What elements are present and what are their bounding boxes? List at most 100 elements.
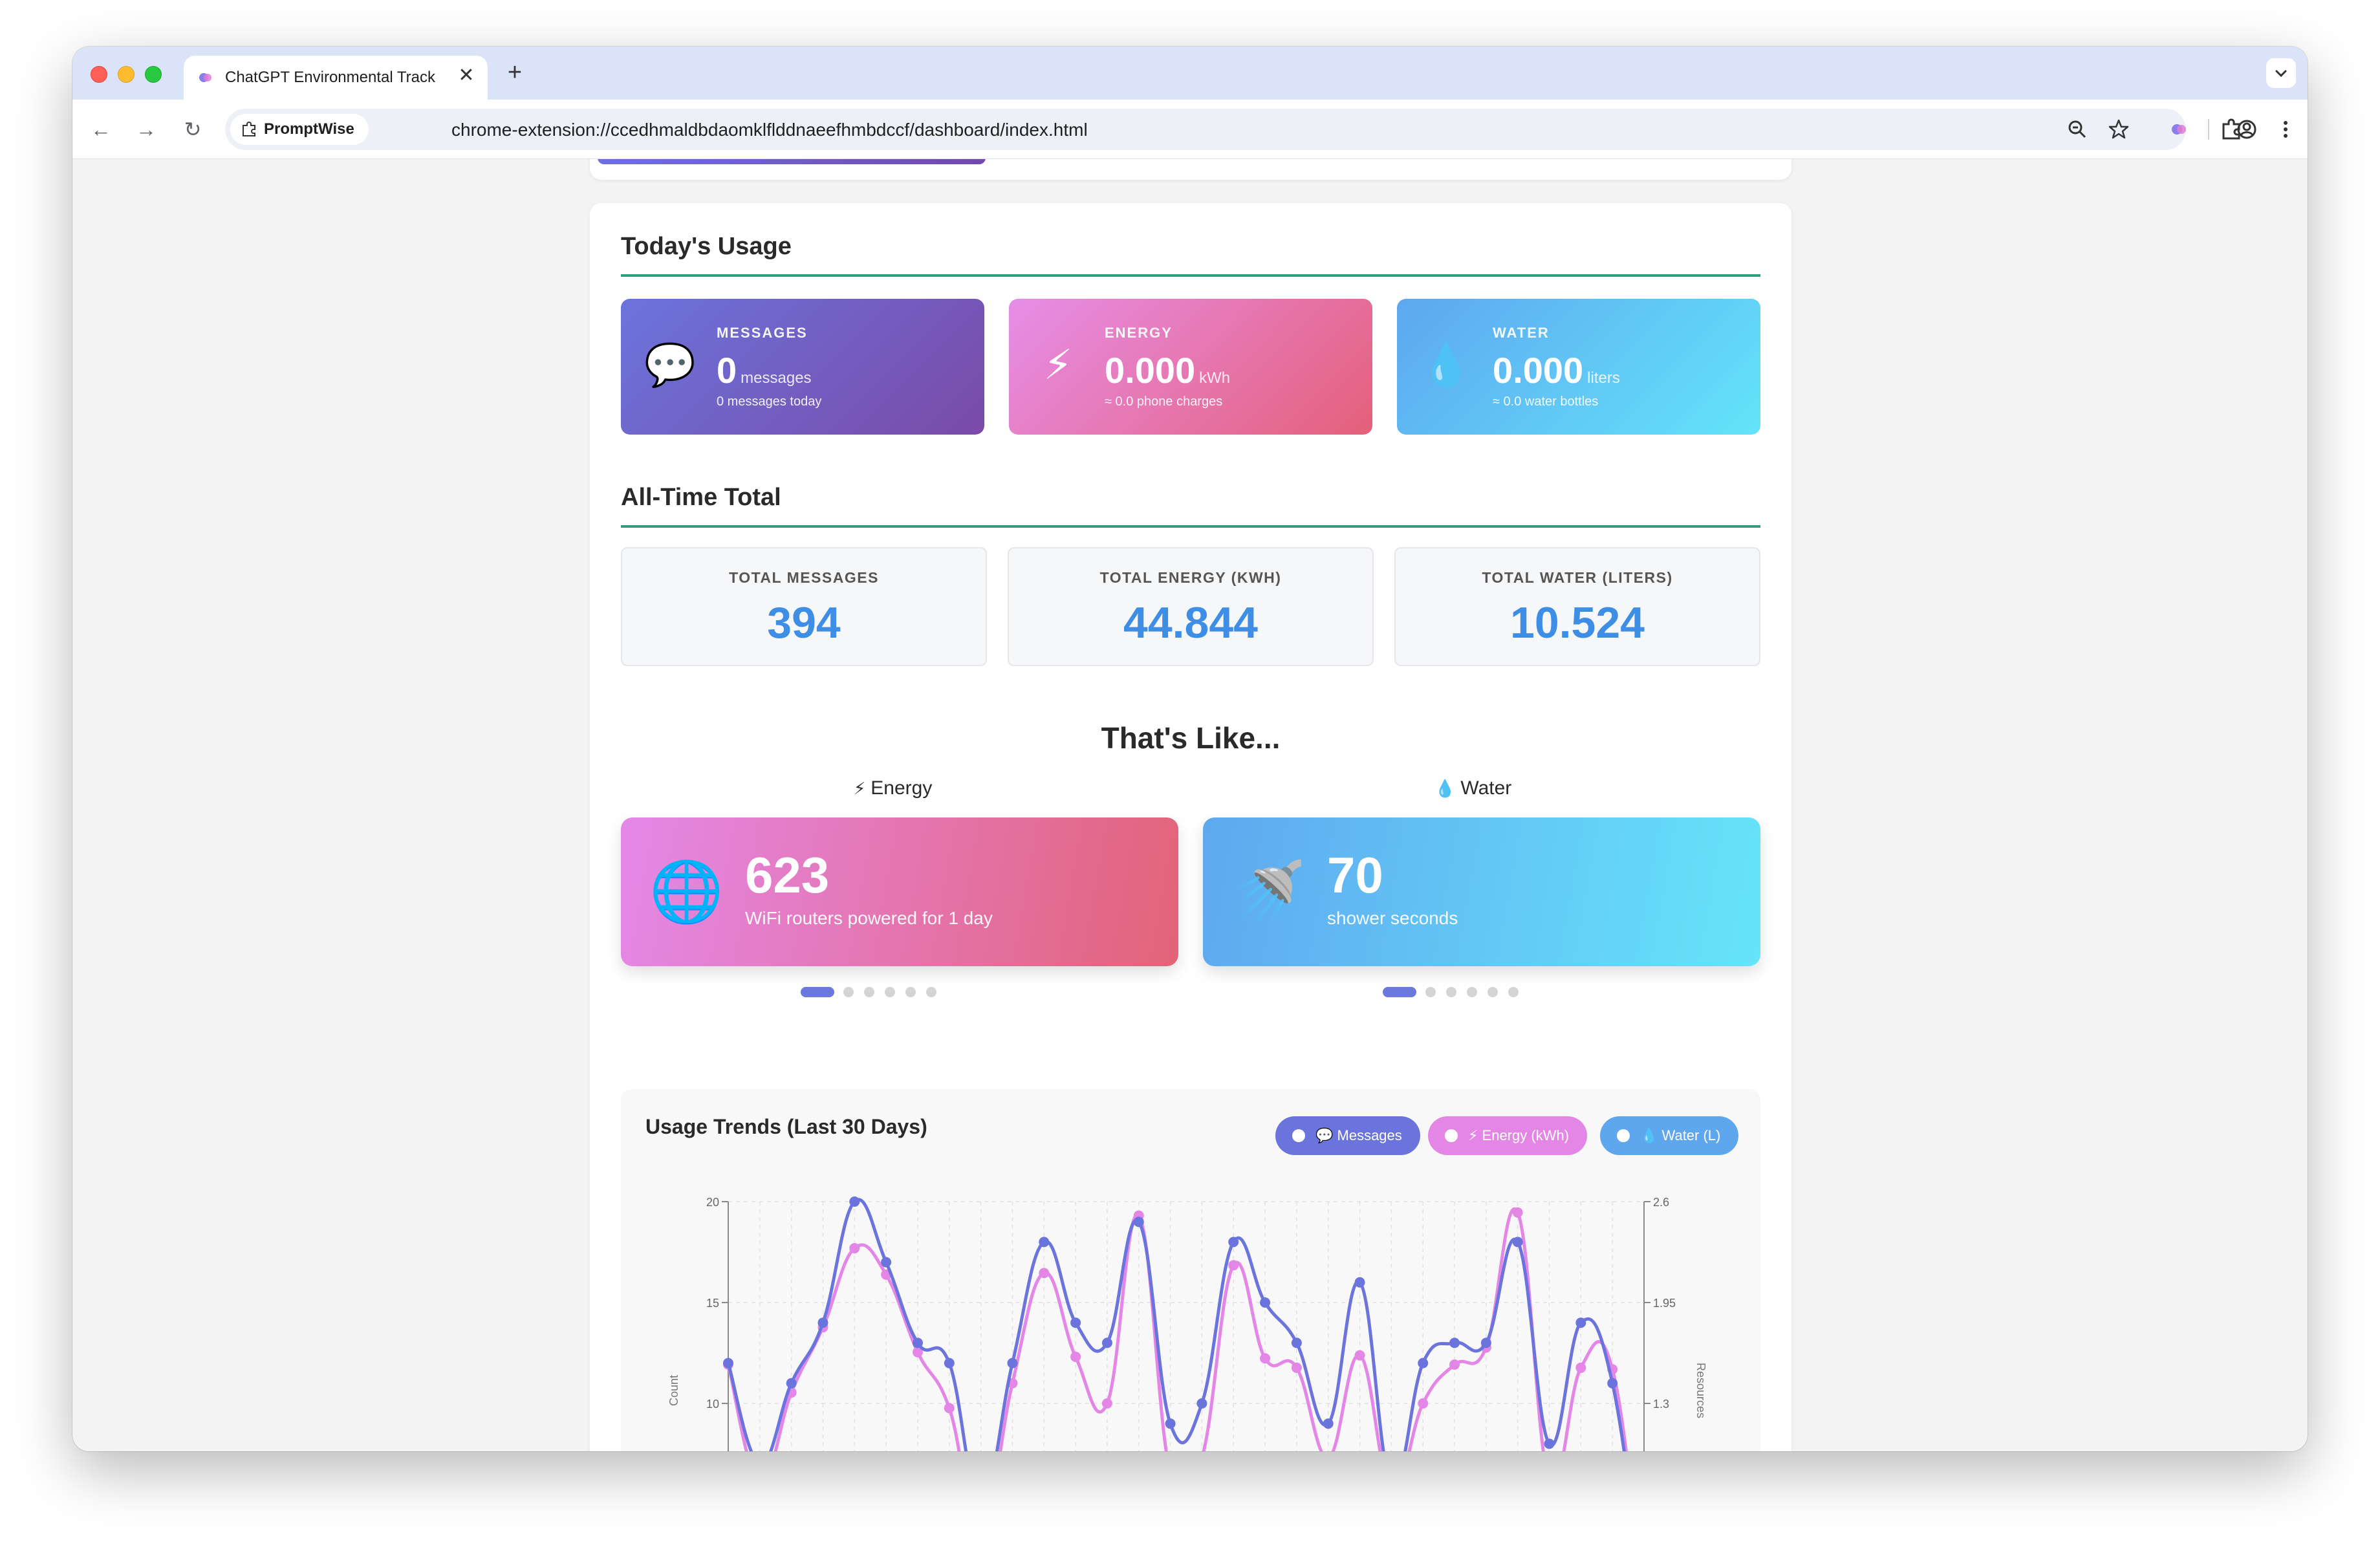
carousel-dot[interactable] (801, 987, 834, 997)
data-point (1039, 1268, 1050, 1279)
previous-section-button[interactable] (598, 159, 986, 164)
new-tab-button[interactable]: + (499, 58, 530, 89)
usage-card-label: MESSAGES (717, 325, 808, 341)
energy-carousel-dots (801, 987, 946, 997)
data-point (1101, 1398, 1112, 1409)
usage-trends-card: Usage Trends (Last 30 Days) 💬 Messages ⚡… (621, 1089, 1760, 1451)
equivalent-description: shower seconds (1327, 908, 1458, 928)
data-point (849, 1196, 860, 1207)
data-point (1449, 1337, 1460, 1348)
tab-close-icon[interactable]: ✕ (455, 65, 477, 87)
data-point (944, 1358, 955, 1368)
browser-window: ChatGPT Environmental Track ✕ + ← → ↻ Pr… (72, 47, 2308, 1451)
close-window-button[interactable] (91, 66, 107, 83)
forward-button[interactable]: → (131, 114, 162, 145)
thats-like-title: That's Like... (1101, 721, 1281, 755)
minimize-window-button[interactable] (118, 66, 135, 83)
profile-avatar-icon[interactable] (2233, 115, 2261, 144)
total-card-value: 10.524 (1510, 598, 1645, 647)
bookmark-star-icon[interactable] (2107, 118, 2130, 141)
usage-card-label: ENERGY (1105, 325, 1173, 341)
equivalent-description: WiFi routers powered for 1 day (745, 908, 993, 928)
data-point (1101, 1337, 1112, 1348)
carousel-dot[interactable] (926, 987, 936, 997)
total-card-label: TOTAL MESSAGES (729, 569, 879, 586)
y-tick-label: 20 (706, 1196, 719, 1209)
y2-tick-label: 1.95 (1653, 1297, 1676, 1310)
usage-card-messages: 💬 MESSAGES 0 messages 0 messages today (621, 299, 984, 435)
site-chip-label: PromptWise (264, 120, 354, 138)
data-point (1512, 1207, 1523, 1218)
tab-active[interactable]: ChatGPT Environmental Track ✕ (184, 56, 488, 100)
total-card-value: 44.844 (1123, 598, 1258, 647)
carousel-dot[interactable] (1383, 987, 1416, 997)
usage-card-label: WATER (1493, 325, 1550, 341)
total-card-value: 394 (767, 598, 841, 647)
energy-equivalent-card[interactable]: 🌐 623 WiFi routers powered for 1 day (621, 817, 1178, 966)
total-card-messages: TOTAL MESSAGES 394 (621, 547, 987, 666)
carousel-dot[interactable] (1446, 987, 1456, 997)
data-point (1449, 1359, 1460, 1370)
y-tick-label: 10 (706, 1398, 719, 1411)
section-divider (621, 274, 1760, 277)
data-point (723, 1358, 733, 1368)
data-point (1354, 1350, 1365, 1361)
toolbar-separator (2208, 119, 2209, 140)
carousel-dot[interactable] (885, 987, 895, 997)
data-point (1039, 1237, 1050, 1248)
total-card-label: TOTAL ENERGY (KWH) (1099, 569, 1282, 586)
section-divider (621, 525, 1760, 528)
data-point (1544, 1438, 1555, 1449)
usage-card-unit: messages (741, 369, 812, 387)
usage-card-value: 0.000 liters (1493, 350, 1620, 391)
data-point (849, 1243, 860, 1253)
carousel-dot[interactable] (1425, 987, 1436, 997)
equivalent-value: 70 (1327, 847, 1383, 903)
tab-search-button[interactable] (2266, 58, 2296, 88)
reload-button[interactable]: ↻ (177, 114, 208, 145)
carousel-dot[interactable] (905, 987, 916, 997)
water-equivalent-card[interactable]: 🚿 70 shower seconds (1203, 817, 1760, 966)
usage-card-subtext: 0 messages today (717, 395, 822, 409)
total-card-energy: TOTAL ENERGY (KWH) 44.844 (1008, 547, 1374, 666)
back-button[interactable]: ← (85, 114, 116, 145)
all-time-title: All-Time Total (621, 484, 781, 511)
data-point (1575, 1362, 1586, 1373)
carousel-dot[interactable] (843, 987, 854, 997)
data-point (881, 1257, 892, 1268)
carousel-dot[interactable] (864, 987, 874, 997)
zoom-icon[interactable] (2066, 118, 2089, 141)
carousel-dot[interactable] (1508, 987, 1519, 997)
usage-card-value: 0.000 kWh (1105, 350, 1231, 391)
todays-usage-title: Today's Usage (621, 233, 792, 260)
y2-axis-title: Resources (1694, 1363, 1707, 1418)
water-equivalent-heading: 💧 Water (1434, 777, 1512, 799)
site-info-chip[interactable]: PromptWise (230, 114, 369, 145)
carousel-dot[interactable] (1467, 987, 1477, 997)
kebab-menu-icon[interactable] (2271, 115, 2300, 144)
extension-icon[interactable] (2165, 115, 2194, 144)
data-point (817, 1317, 828, 1328)
globe-icon: 🌐 (649, 859, 724, 925)
data-point (1070, 1352, 1081, 1362)
address-bar[interactable]: PromptWise chrome-extension://ccedhmaldb… (225, 109, 2186, 150)
carousel-dot[interactable] (1488, 987, 1498, 997)
data-point (1260, 1297, 1271, 1308)
speech-bubble-icon: 💬 (644, 341, 696, 388)
maximize-window-button[interactable] (145, 66, 162, 83)
energy-equivalent-heading: ⚡ Energy (854, 777, 933, 799)
usage-card-energy: ⚡ ENERGY 0.000 kWh ≈ 0.0 phone charges (1009, 299, 1372, 435)
total-card-water: TOTAL WATER (LITERS) 10.524 (1394, 547, 1760, 666)
data-point (1070, 1317, 1081, 1328)
usage-card-water: 💧 WATER 0.000 liters ≈ 0.0 water bottles (1397, 299, 1760, 435)
tab-bar: ChatGPT Environmental Track ✕ + (72, 47, 2308, 100)
data-point (1575, 1317, 1586, 1328)
usage-card-unit: liters (1587, 369, 1620, 387)
data-point (786, 1378, 797, 1389)
data-point (1291, 1362, 1302, 1373)
tab-title: ChatGPT Environmental Track (225, 69, 436, 86)
data-point (1007, 1358, 1018, 1368)
y-axis-title: Count (667, 1375, 680, 1406)
series-line (726, 1207, 1628, 1451)
data-point (1260, 1353, 1271, 1364)
